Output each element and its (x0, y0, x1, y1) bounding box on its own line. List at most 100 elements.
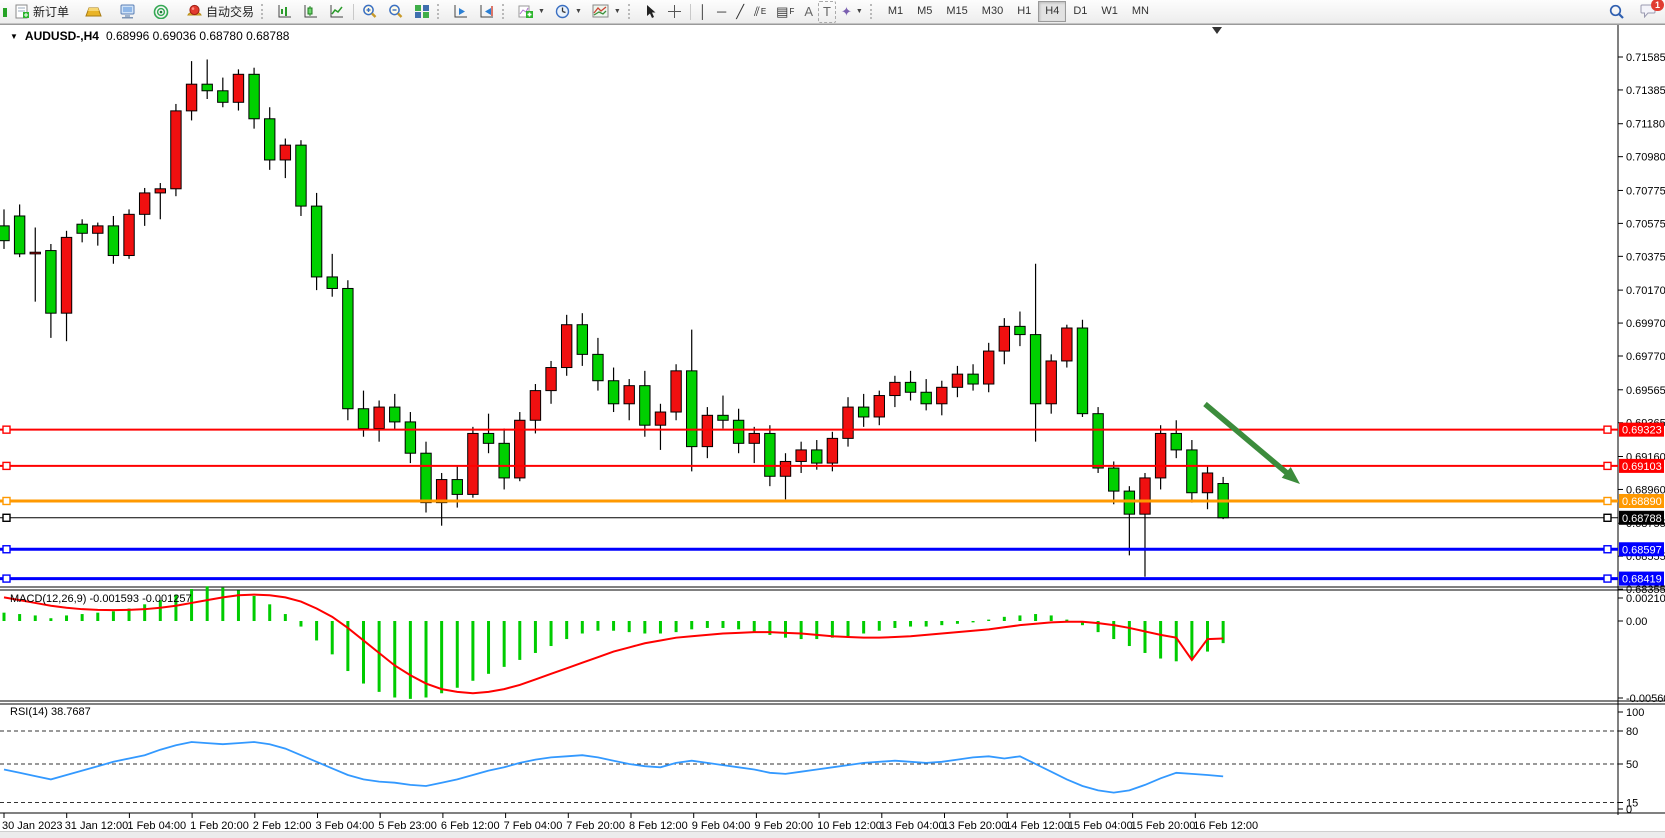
candle-body (1140, 478, 1150, 514)
hline-handle[interactable] (1604, 426, 1611, 433)
timeframe-m30[interactable]: M30 (975, 1, 1010, 22)
candle-body (1202, 473, 1212, 493)
hline-handle[interactable] (3, 497, 10, 504)
new-order-label: 新订单 (33, 3, 69, 20)
hline-handle[interactable] (1604, 497, 1611, 504)
candle-chart-button[interactable] (298, 1, 324, 23)
partial-chart-icon (0, 1, 10, 23)
candle-body (968, 374, 978, 384)
new-order-button[interactable]: 新订单 (10, 1, 74, 23)
chart-title: ▼ AUDUSD-,H4 0.68996 0.69036 0.68780 0.6… (10, 29, 289, 43)
hline-handle[interactable] (3, 462, 10, 469)
candle-body (858, 407, 868, 417)
timeframe-h4[interactable]: H4 (1038, 1, 1066, 22)
price-tick-label: 0.69365 (1626, 418, 1665, 430)
templates-button[interactable]: ▼ (587, 1, 626, 23)
candle-body (108, 226, 118, 256)
timeframe-m5[interactable]: M5 (910, 1, 939, 22)
cursor-button[interactable] (639, 1, 662, 23)
price-tick-label: 0.68960 (1626, 484, 1665, 496)
price-tick-label: 0.71585 (1626, 52, 1665, 64)
rsi-axis-label: 50 (1626, 759, 1638, 771)
trendline-button[interactable]: ╱ (731, 1, 749, 23)
notification-badge: 1 (1651, 0, 1664, 11)
candle-body (1077, 328, 1087, 414)
candle-body (436, 480, 446, 503)
macd-axis-label: -0.005607 (1626, 693, 1665, 705)
chart-canvas[interactable]: 0.715850.713850.711800.709800.707750.705… (0, 25, 1665, 832)
symbol-dropdown-icon[interactable]: ▼ (10, 32, 18, 41)
candle-body (561, 325, 571, 368)
candle-body (499, 443, 509, 478)
gold-icon[interactable] (80, 1, 108, 23)
candle-body (1124, 491, 1134, 514)
candle-body (124, 214, 134, 255)
crosshair-button[interactable] (662, 1, 687, 23)
chart-window[interactable]: 0.715850.713850.711800.709800.707750.705… (0, 24, 1665, 832)
hline-button[interactable]: ─ (712, 1, 731, 23)
trend-arrow-head (1282, 467, 1300, 484)
candle-body (483, 433, 493, 443)
hline-handle[interactable] (3, 546, 10, 553)
candle-body (1093, 414, 1103, 468)
candle-body (77, 224, 87, 233)
macd-indicator-label: MACD(12,26,9) -0.001593 -0.001257 (10, 593, 192, 605)
search-icon[interactable] (1604, 1, 1630, 23)
line-chart-button[interactable] (324, 1, 350, 23)
terminal-icon[interactable] (114, 1, 142, 23)
hline-handle[interactable] (1604, 546, 1611, 553)
bar-chart-button[interactable] (272, 1, 298, 23)
candle-body (749, 433, 759, 443)
hline-handle[interactable] (3, 514, 10, 521)
shapes-button[interactable]: ✦ ▼ (836, 1, 868, 23)
candle-body (46, 251, 56, 314)
candle-body (687, 371, 697, 447)
timeframe-mn[interactable]: MN (1125, 1, 1156, 22)
zoom-out-button[interactable] (383, 1, 409, 23)
chart-shift-button[interactable] (474, 1, 500, 23)
candle-body (905, 382, 915, 392)
hline-handle[interactable] (1604, 514, 1611, 521)
candle-body (1109, 468, 1119, 491)
candle-body (624, 386, 634, 404)
candle-body (718, 415, 728, 420)
chat-button[interactable]: 1 (1640, 3, 1657, 21)
indicators-button[interactable]: ▼ (513, 1, 550, 23)
zoom-in-button[interactable] (357, 1, 383, 23)
equidistant-channel-button[interactable]: ⫽ E (749, 1, 771, 23)
hline-handle[interactable] (3, 426, 10, 433)
price-tick-label: 0.70375 (1626, 251, 1665, 263)
text-tool-button[interactable]: A (799, 1, 818, 23)
candle-body (640, 386, 650, 426)
trend-arrow[interactable] (1205, 404, 1291, 476)
timeframe-d1[interactable]: D1 (1066, 1, 1094, 22)
auto-scroll-button[interactable] (448, 1, 474, 23)
text-label-button[interactable]: T (818, 1, 836, 23)
candle-body (171, 111, 181, 189)
hline-handle[interactable] (1604, 575, 1611, 582)
candle-body (405, 422, 415, 453)
timeframe-w1[interactable]: W1 (1094, 1, 1125, 22)
candle-body (14, 216, 24, 254)
candle-body (452, 480, 462, 495)
autotrade-button[interactable]: 自动交易 (181, 1, 259, 23)
macd-axis-label: 0.00 (1626, 616, 1647, 628)
timeframe-m15[interactable]: M15 (939, 1, 974, 22)
signals-icon[interactable] (148, 1, 175, 23)
candle-body (921, 392, 931, 404)
timeframe-m1[interactable]: M1 (881, 1, 910, 22)
mt4-window: 新订单 自动交易 (0, 0, 1665, 838)
price-tick-label: 0.71180 (1626, 119, 1665, 131)
hline-handle[interactable] (1604, 462, 1611, 469)
candle-body (843, 407, 853, 438)
candle-body (61, 237, 71, 313)
timeframe-h1[interactable]: H1 (1010, 1, 1038, 22)
tile-windows-button[interactable] (409, 1, 435, 23)
vline-button[interactable]: │ (694, 1, 712, 23)
periods-button[interactable]: ▼ (550, 1, 587, 23)
hline-handle[interactable] (3, 575, 10, 582)
price-tick-label: 0.68355 (1626, 584, 1665, 596)
macd-signal-line (4, 595, 1223, 694)
rsi-axis-label: 100 (1626, 707, 1644, 719)
fibonacci-button[interactable]: ▤ F (771, 1, 799, 23)
